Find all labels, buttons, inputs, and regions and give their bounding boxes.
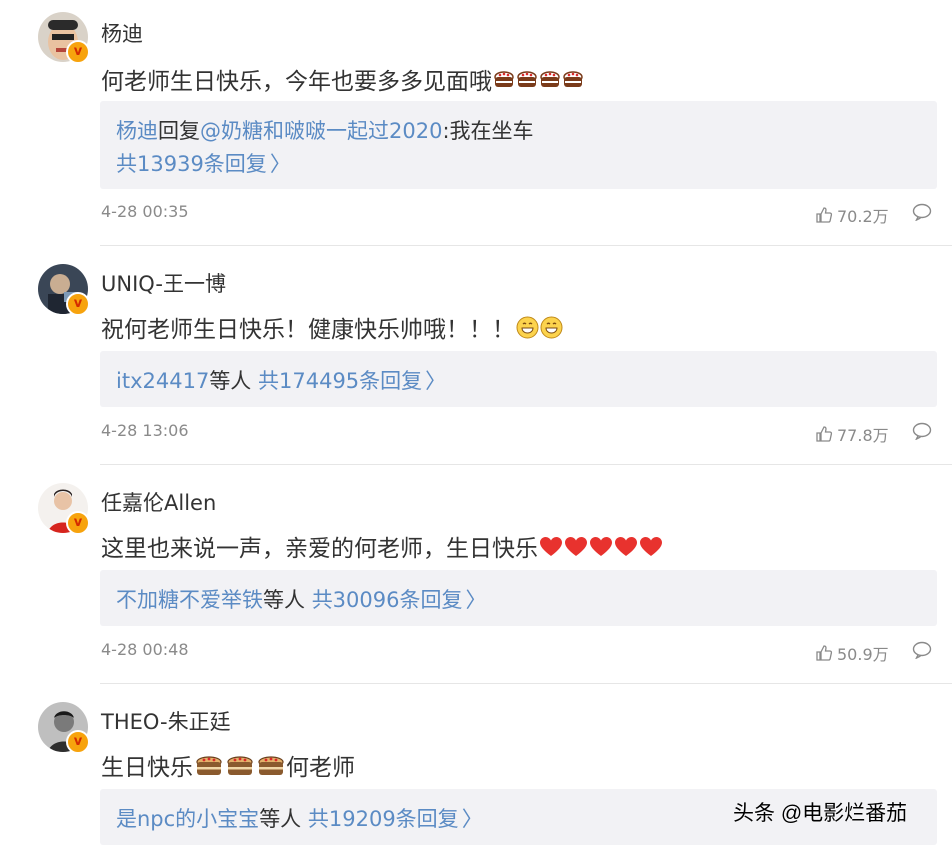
reply-box[interactable]: 杨迪回复@奶糖和啵啵一起过2020:我在坐车 共13939条回复〉 bbox=[100, 101, 937, 189]
comment-icon[interactable] bbox=[912, 203, 932, 221]
cake-emoji-icon bbox=[194, 753, 224, 785]
commenter-name[interactable]: UNIQ-王一博 bbox=[101, 268, 226, 298]
like-button[interactable]: 50.9万 bbox=[815, 641, 889, 665]
thumb-up-icon bbox=[816, 645, 833, 661]
chevron-right-icon: 〉 bbox=[465, 588, 487, 612]
reply-count-link[interactable]: itx24417等人 共174495条回复〉 bbox=[116, 365, 446, 395]
comment-time: 4-28 13:06 bbox=[101, 421, 189, 440]
heart-emoji-icon bbox=[639, 536, 663, 564]
comment-time: 4-28 00:48 bbox=[101, 640, 189, 659]
commenter-name[interactable]: 任嘉伦Allen bbox=[101, 487, 216, 517]
comment-text: 何老师生日快乐，今年也要多多见面哦 bbox=[101, 62, 584, 97]
cake-emoji-icon bbox=[256, 753, 286, 785]
thumb-up-icon bbox=[816, 207, 833, 223]
comment-icon[interactable] bbox=[912, 422, 932, 440]
divider bbox=[100, 464, 952, 465]
avatar[interactable]: v bbox=[38, 12, 90, 64]
grin-emoji-icon bbox=[540, 316, 563, 345]
chevron-right-icon: 〉 bbox=[461, 807, 483, 831]
heart-emoji-icon bbox=[564, 536, 588, 564]
avatar[interactable]: v bbox=[38, 264, 90, 316]
comment-icon[interactable] bbox=[912, 641, 932, 659]
reply-box[interactable]: itx24417等人 共174495条回复〉 bbox=[100, 351, 937, 407]
reply-count-link[interactable]: 不加糖不爱举铁等人 共30096条回复〉 bbox=[116, 584, 487, 614]
heart-emoji-icon bbox=[614, 536, 638, 564]
verified-badge-icon: v bbox=[66, 40, 90, 64]
cake-emoji-icon bbox=[539, 69, 561, 97]
divider bbox=[100, 245, 952, 246]
thumb-up-icon bbox=[816, 426, 833, 442]
grin-emoji-icon bbox=[516, 316, 539, 345]
cake-emoji-icon bbox=[225, 753, 255, 785]
heart-emoji-icon bbox=[589, 536, 613, 564]
reply-count-link[interactable]: 共13939条回复〉 bbox=[116, 148, 291, 178]
like-button[interactable]: 77.8万 bbox=[815, 422, 889, 446]
cake-emoji-icon bbox=[562, 69, 584, 97]
reply-user-link[interactable]: 是npc的小宝宝 bbox=[116, 807, 259, 831]
avatar[interactable]: v bbox=[38, 483, 90, 535]
like-button[interactable]: 70.2万 bbox=[815, 203, 889, 227]
reply-user-link[interactable]: 杨迪 bbox=[116, 119, 158, 143]
avatar[interactable]: v bbox=[38, 702, 90, 754]
reply-user-link[interactable]: 不加糖不爱举铁 bbox=[116, 588, 263, 612]
divider bbox=[100, 683, 952, 684]
heart-emoji-icon bbox=[539, 536, 563, 564]
reply-count-link[interactable]: 是npc的小宝宝等人 共19209条回复〉 bbox=[116, 803, 483, 833]
comment-text: 生日快乐 何老师 bbox=[101, 748, 355, 785]
cake-emoji-icon bbox=[516, 69, 538, 97]
commenter-name[interactable]: 杨迪 bbox=[101, 18, 143, 48]
cake-emoji-icon bbox=[493, 69, 515, 97]
comment-text: 祝何老师生日快乐！健康快乐帅哦！！！ bbox=[101, 310, 563, 345]
verified-badge-icon: v bbox=[66, 292, 90, 316]
comment-text: 这里也来说一声，亲爱的何老师，生日快乐 bbox=[101, 529, 663, 564]
chevron-right-icon: 〉 bbox=[425, 369, 447, 393]
reply-box[interactable]: 不加糖不爱举铁等人 共30096条回复〉 bbox=[100, 570, 937, 626]
reply-mention-link[interactable]: @奶糖和啵啵一起过2020 bbox=[200, 119, 442, 143]
chevron-right-icon: 〉 bbox=[269, 152, 291, 176]
watermark: 头条 @电影烂番茄 bbox=[733, 802, 908, 825]
comment-time: 4-28 00:35 bbox=[101, 202, 189, 221]
reply-user-link[interactable]: itx24417 bbox=[116, 369, 209, 393]
reply-preview: 杨迪回复@奶糖和啵啵一起过2020:我在坐车 bbox=[116, 119, 534, 143]
verified-badge-icon: v bbox=[66, 511, 90, 535]
commenter-name[interactable]: THEO-朱正廷 bbox=[101, 706, 231, 736]
verified-badge-icon: v bbox=[66, 730, 90, 754]
